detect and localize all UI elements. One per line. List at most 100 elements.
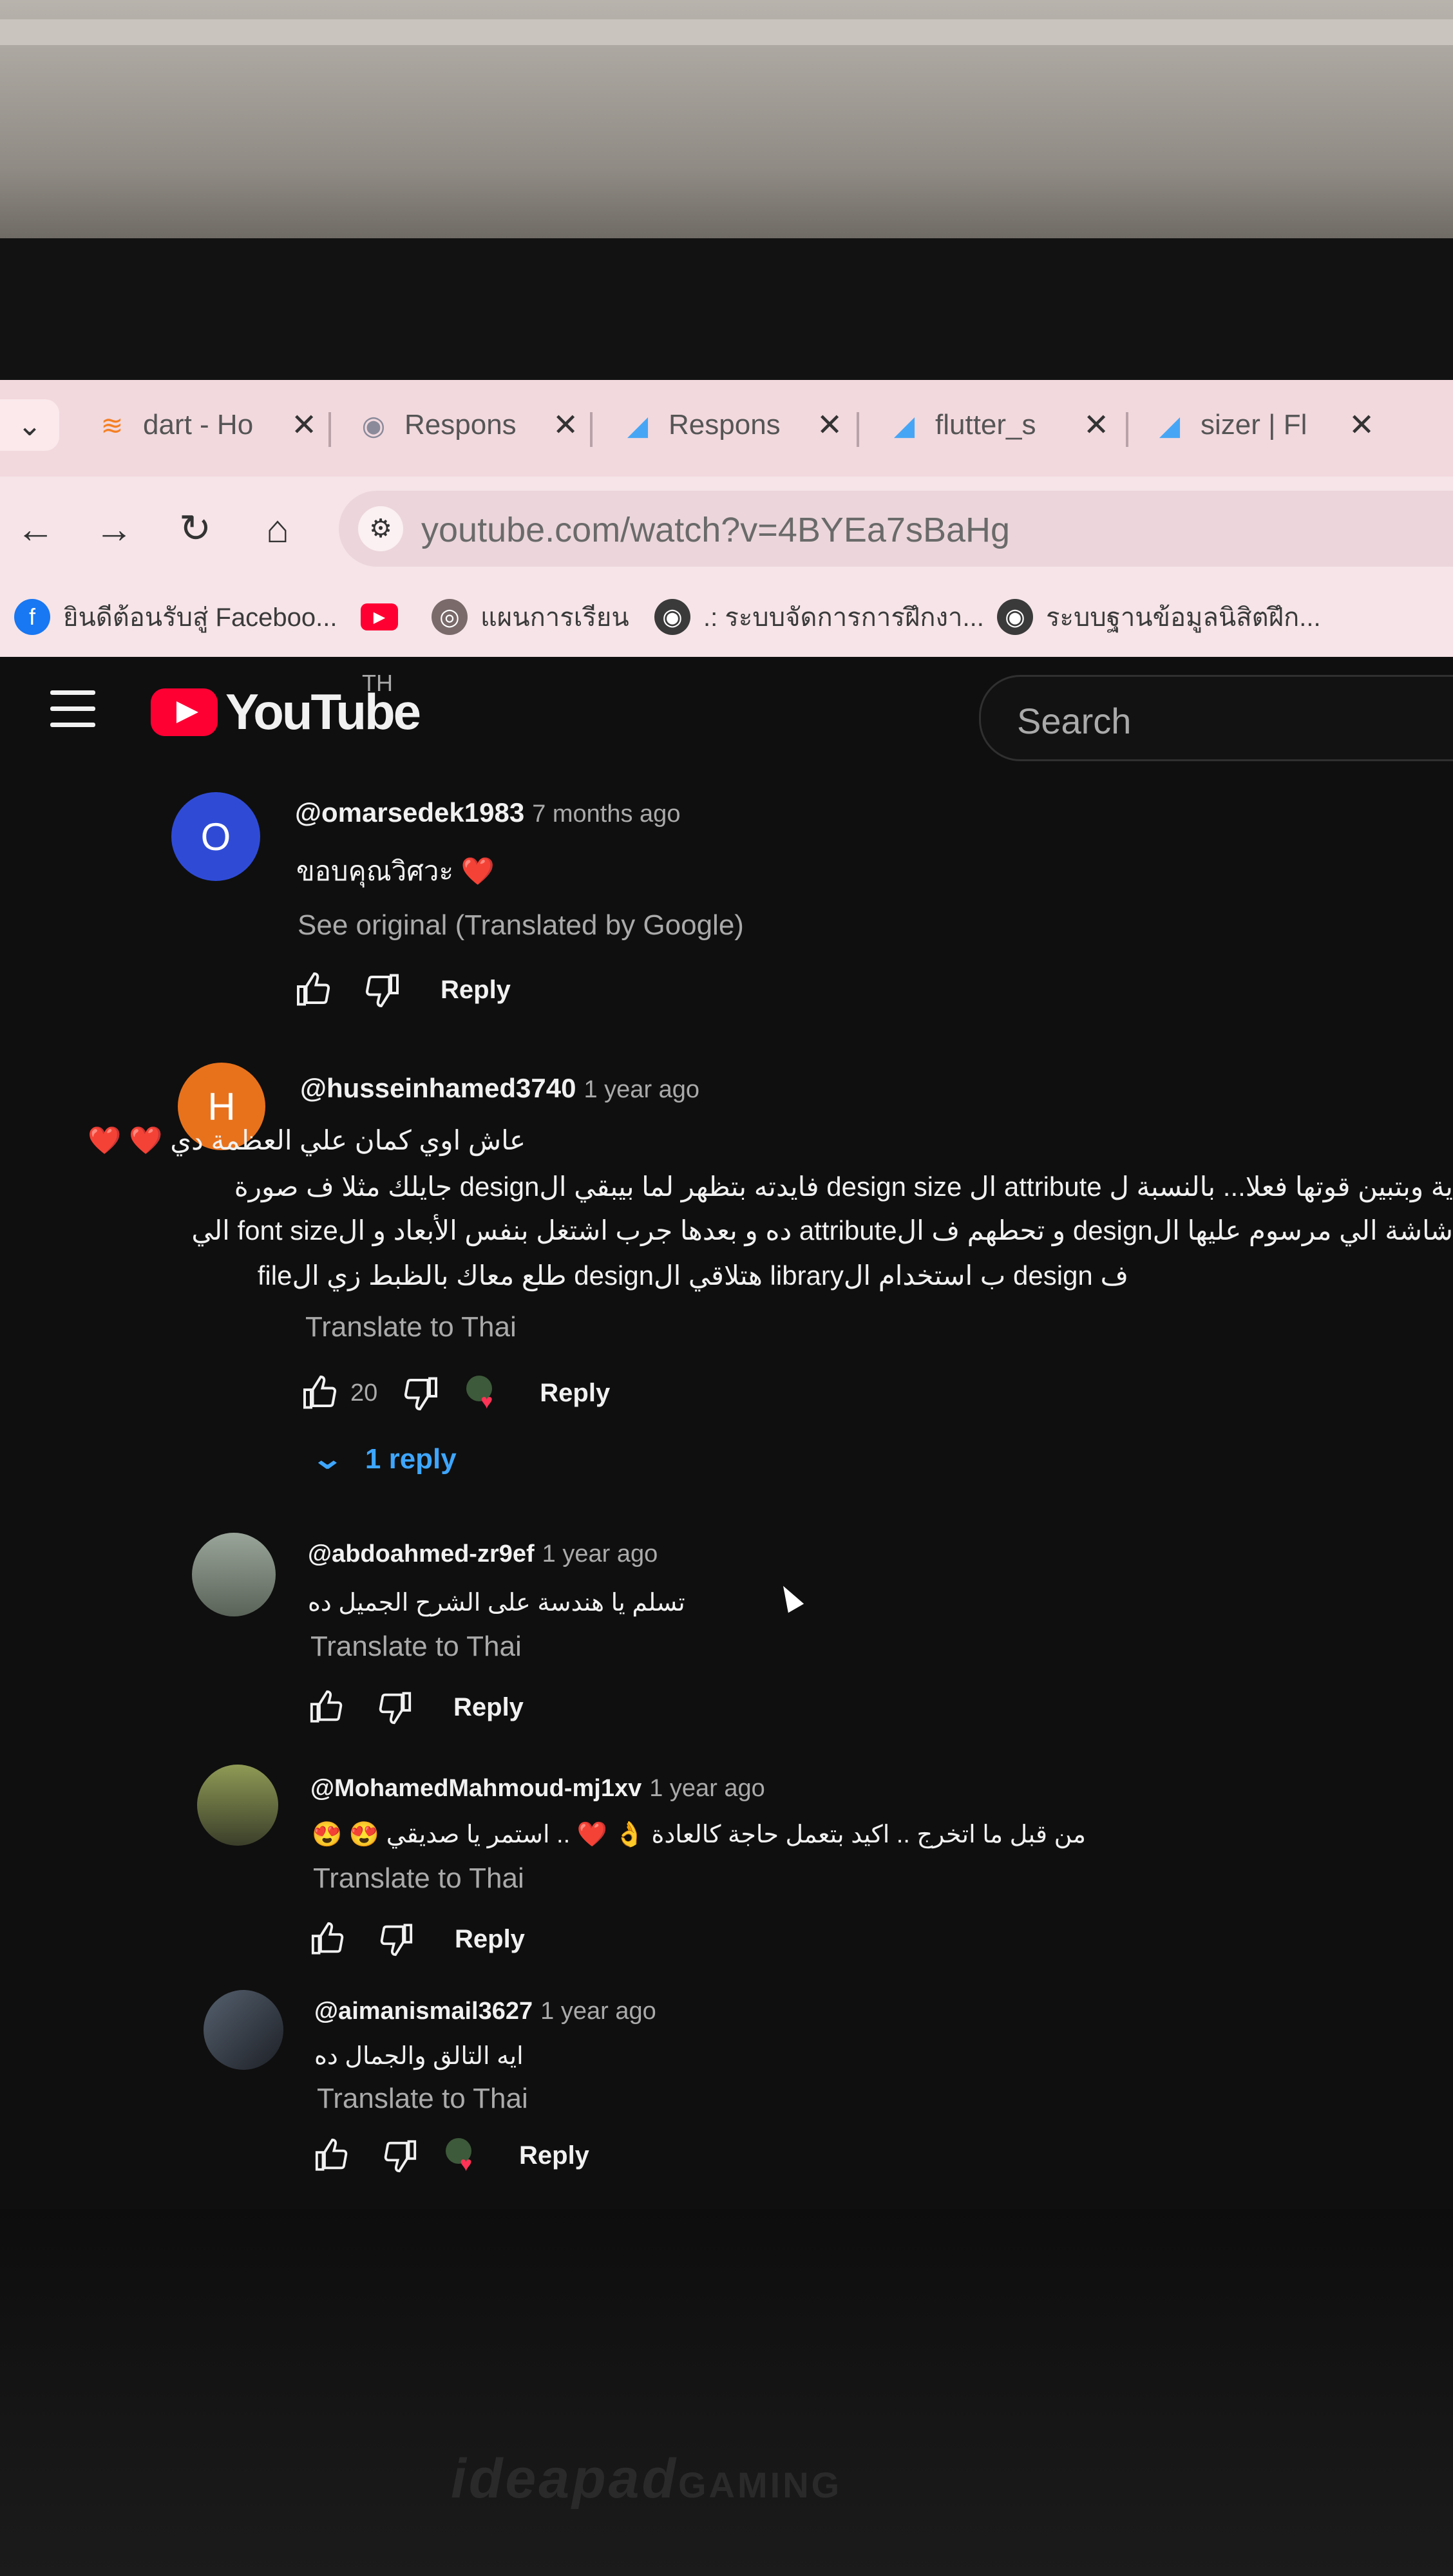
reload-icon[interactable]: ↻ bbox=[166, 500, 224, 558]
bookmarks-bar: f ยินดีต้อนรับสู่ Faceboo... ▶ ◎ แผนการเ… bbox=[0, 580, 1453, 657]
comment-actions: Reply bbox=[307, 1685, 524, 1730]
address-bar[interactable]: ⚙ youtube.com/watch?v=4BYEa7sBaHg bbox=[339, 491, 1453, 567]
like-count: 20 bbox=[350, 1379, 378, 1406]
translate-link[interactable]: Translate to Thai bbox=[317, 2083, 528, 2115]
browser-toolbar: ← → ↻ ⌂ ⚙ youtube.com/watch?v=4BYEa7sBaH… bbox=[0, 477, 1453, 580]
facebook-icon: f bbox=[14, 599, 50, 635]
flutter-icon: ◢ bbox=[627, 410, 649, 440]
close-tab-icon[interactable]: ✕ bbox=[291, 407, 317, 443]
youtube-header: YouTube TH Search bbox=[0, 657, 1453, 779]
reply-button[interactable]: Reply bbox=[519, 2141, 589, 2170]
browser-tab[interactable]: ◉ Respons ✕ bbox=[358, 393, 579, 457]
comment-text-line: ية وبتبين قوتها فعلا... بالنسبة ل attrib… bbox=[234, 1171, 1453, 1202]
bookmark-study-plan[interactable]: ◎ แผนการเรียน bbox=[432, 598, 629, 636]
dislike-icon[interactable] bbox=[361, 969, 402, 1010]
comment-actions: Reply bbox=[308, 1917, 525, 1962]
bookmark-student-database[interactable]: ◉ ระบบฐานข้อมูลนิสิตฝึก... bbox=[997, 598, 1321, 636]
comment-author[interactable]: @abdoahmed-zr9ef 1 year ago bbox=[308, 1540, 658, 1568]
chevron-down-icon: ⌄ bbox=[17, 408, 43, 442]
reply-button[interactable]: Reply bbox=[453, 1693, 524, 1722]
comment-text: تسلم يا هندسة على الشرح الجميل ده bbox=[308, 1589, 685, 1616]
like-icon[interactable] bbox=[294, 969, 335, 1010]
comment-author[interactable]: @omarsedek1983 7 months ago bbox=[295, 797, 680, 828]
dislike-icon[interactable] bbox=[375, 1918, 416, 1960]
comment-author[interactable]: @MohamedMahmoud-mj1xv 1 year ago bbox=[310, 1775, 765, 1803]
youtube-play-icon bbox=[151, 688, 218, 736]
browser-tab-strip: ⌄ ≋ dart - Ho ✕ ◉ Respons ✕ ◢ Respons ✕ … bbox=[0, 380, 1453, 477]
reply-button[interactable]: Reply bbox=[441, 976, 511, 1005]
app-icon: ◎ bbox=[432, 599, 468, 635]
comment-actions: ♥ Reply bbox=[312, 2133, 589, 2178]
flutter-icon: ◢ bbox=[893, 410, 915, 440]
comment-reply: @aimanismail3627 1 year ago ايه التالق وا… bbox=[0, 1990, 1453, 2202]
comment-time[interactable]: 1 year ago bbox=[649, 1775, 765, 1802]
close-tab-icon[interactable]: ✕ bbox=[553, 407, 578, 443]
dislike-icon[interactable] bbox=[379, 2135, 420, 2176]
tab-divider bbox=[590, 412, 593, 447]
see-original-link[interactable]: See original (Translated by Google) bbox=[298, 909, 744, 942]
home-icon[interactable]: ⌂ bbox=[249, 500, 307, 558]
comment-time[interactable]: 1 year ago bbox=[540, 1998, 656, 2025]
translate-link[interactable]: Translate to Thai bbox=[313, 1862, 524, 1895]
forward-arrow-icon[interactable]: → bbox=[85, 500, 143, 558]
dislike-icon[interactable] bbox=[374, 1687, 415, 1728]
comment-time[interactable]: 1 year ago bbox=[542, 1540, 658, 1567]
close-tab-icon[interactable]: ✕ bbox=[1349, 407, 1374, 443]
comment-text-line: شاشة الي مرسوم عليها الdesign و تحطهم ف … bbox=[191, 1215, 1453, 1245]
background-shelf bbox=[0, 19, 1453, 45]
back-arrow-icon[interactable]: ← bbox=[6, 500, 64, 558]
like-icon[interactable] bbox=[312, 2135, 353, 2176]
browser-tab[interactable]: ◢ flutter_s ✕ bbox=[889, 393, 1109, 457]
comment-actions: Reply bbox=[294, 967, 511, 1012]
comment-time[interactable]: 7 months ago bbox=[532, 800, 680, 828]
tab-divider bbox=[857, 412, 859, 447]
browser-tab[interactable]: ≋ dart - Ho ✕ bbox=[97, 393, 317, 457]
dislike-icon[interactable] bbox=[399, 1372, 441, 1414]
laptop-screen: ⌄ ≋ dart - Ho ✕ ◉ Respons ✕ ◢ Respons ✕ … bbox=[0, 380, 1453, 2209]
address-url: youtube.com/watch?v=4BYEa7sBaHg bbox=[421, 511, 1011, 549]
comment-text: من قبل ما اتخرج .. اكيد بتعمل حاجة كالعا… bbox=[312, 1821, 1086, 1848]
creator-heart-icon: ♥ bbox=[446, 2138, 480, 2175]
avatar[interactable] bbox=[197, 1765, 278, 1846]
avatar[interactable] bbox=[192, 1533, 276, 1616]
like-icon[interactable] bbox=[300, 1372, 341, 1414]
region-code: TH bbox=[362, 670, 393, 696]
reply-button[interactable]: Reply bbox=[540, 1379, 610, 1408]
comment-text: ขอบคุณวิศวะ ❤️ bbox=[296, 856, 495, 886]
laptop-brand-logo: ideapadGAMING bbox=[451, 2448, 842, 2510]
bookmark-internship-system[interactable]: ◉ .: ระบบจัดการการฝึกงา... bbox=[654, 598, 984, 636]
tab-search-button[interactable]: ⌄ bbox=[0, 399, 59, 451]
close-tab-icon[interactable]: ✕ bbox=[1083, 407, 1109, 443]
comment-text-line: عاش اوي كمان علي العظمة دي ❤️ ❤️ bbox=[88, 1125, 526, 1155]
comment-time[interactable]: 1 year ago bbox=[584, 1076, 699, 1103]
avatar[interactable]: O bbox=[171, 792, 260, 881]
browser-tab[interactable]: ◢ sizer | Fl ✕ bbox=[1154, 393, 1374, 457]
translate-link[interactable]: Translate to Thai bbox=[305, 1311, 517, 1343]
avatar[interactable] bbox=[204, 1990, 283, 2070]
comment-reply: @MohamedMahmoud-mj1xv 1 year ago من قبل م… bbox=[0, 1765, 1453, 1977]
tab-divider bbox=[328, 412, 331, 447]
site-settings-icon[interactable]: ⚙ bbox=[358, 506, 403, 551]
flutter-icon: ◢ bbox=[1159, 410, 1181, 440]
reply-button[interactable]: Reply bbox=[455, 1925, 525, 1954]
stackoverflow-icon: ≋ bbox=[100, 410, 124, 440]
comment-text-line: ف design ب استخدام الlibrary هتلاقي الde… bbox=[257, 1260, 1128, 1291]
close-tab-icon[interactable]: ✕ bbox=[817, 407, 842, 443]
search-input[interactable]: Search bbox=[979, 675, 1453, 761]
chevron-down-icon: ⌄ bbox=[310, 1443, 345, 1475]
globe-icon: ◉ bbox=[997, 599, 1033, 635]
translate-link[interactable]: Translate to Thai bbox=[310, 1631, 522, 1663]
like-icon[interactable] bbox=[308, 1918, 349, 1960]
comment: H @husseinhamed3740 1 year ago عاش اوي كم… bbox=[0, 1063, 1453, 1513]
laptop-lower-bezel bbox=[0, 2209, 1453, 2576]
menu-icon[interactable] bbox=[50, 690, 95, 739]
view-replies-button[interactable]: ⌄ 1 reply bbox=[311, 1443, 457, 1475]
bookmark-youtube[interactable]: ▶ bbox=[361, 598, 411, 636]
bookmark-facebook[interactable]: f ยินดีต้อนรับสู่ Faceboo... bbox=[14, 598, 337, 636]
like-icon[interactable] bbox=[307, 1687, 348, 1728]
comment-author[interactable]: @husseinhamed3740 1 year ago bbox=[300, 1073, 699, 1104]
browser-tab[interactable]: ◢ Respons ✕ bbox=[622, 393, 842, 457]
comment-author[interactable]: @aimanismail3627 1 year ago bbox=[314, 1998, 656, 2025]
creator-heart-icon: ♥ bbox=[466, 1376, 501, 1413]
globe-icon: ◉ bbox=[361, 410, 386, 440]
